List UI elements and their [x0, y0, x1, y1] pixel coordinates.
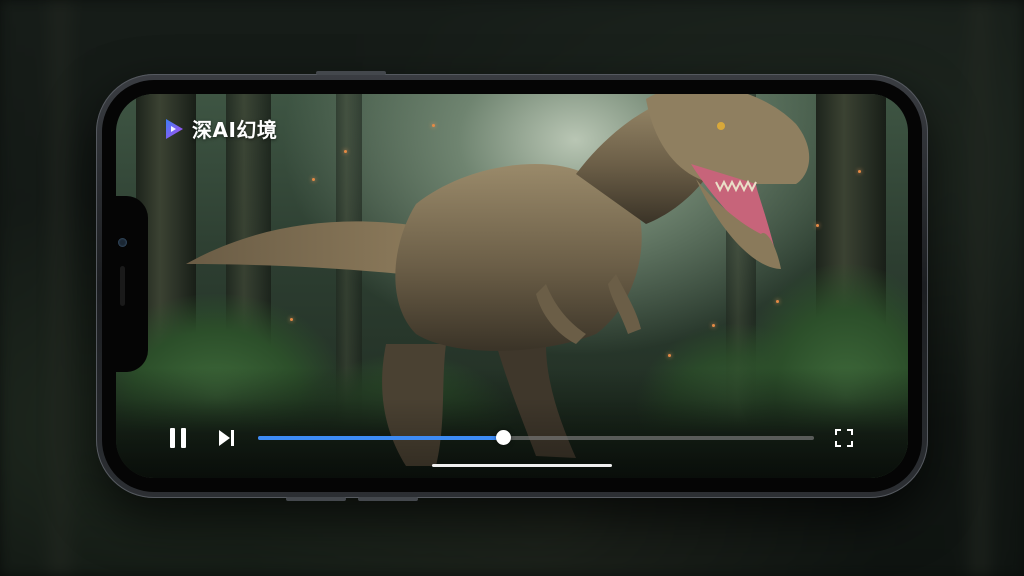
app-name: 深AI幻境 — [192, 118, 278, 142]
fullscreen-icon — [835, 429, 853, 447]
speaker-grille — [120, 266, 125, 306]
fullscreen-button[interactable] — [834, 428, 854, 448]
app-logo: 深AI幻境 — [162, 114, 277, 143]
skip-next-button[interactable] — [216, 428, 236, 448]
progress-fill — [258, 436, 503, 440]
pause-button[interactable] — [170, 428, 188, 448]
video-screen[interactable]: 深AI幻境 — [116, 94, 908, 478]
phone-frame: 深AI幻境 — [96, 71, 928, 501]
play-triangle-icon — [166, 118, 183, 139]
camera-notch — [102, 196, 148, 372]
skip-next-icon — [219, 430, 234, 446]
progress-knob[interactable] — [495, 430, 511, 445]
progress-bar[interactable] — [258, 430, 814, 445]
camera-icon — [118, 238, 127, 247]
home-indicator[interactable] — [432, 464, 612, 467]
